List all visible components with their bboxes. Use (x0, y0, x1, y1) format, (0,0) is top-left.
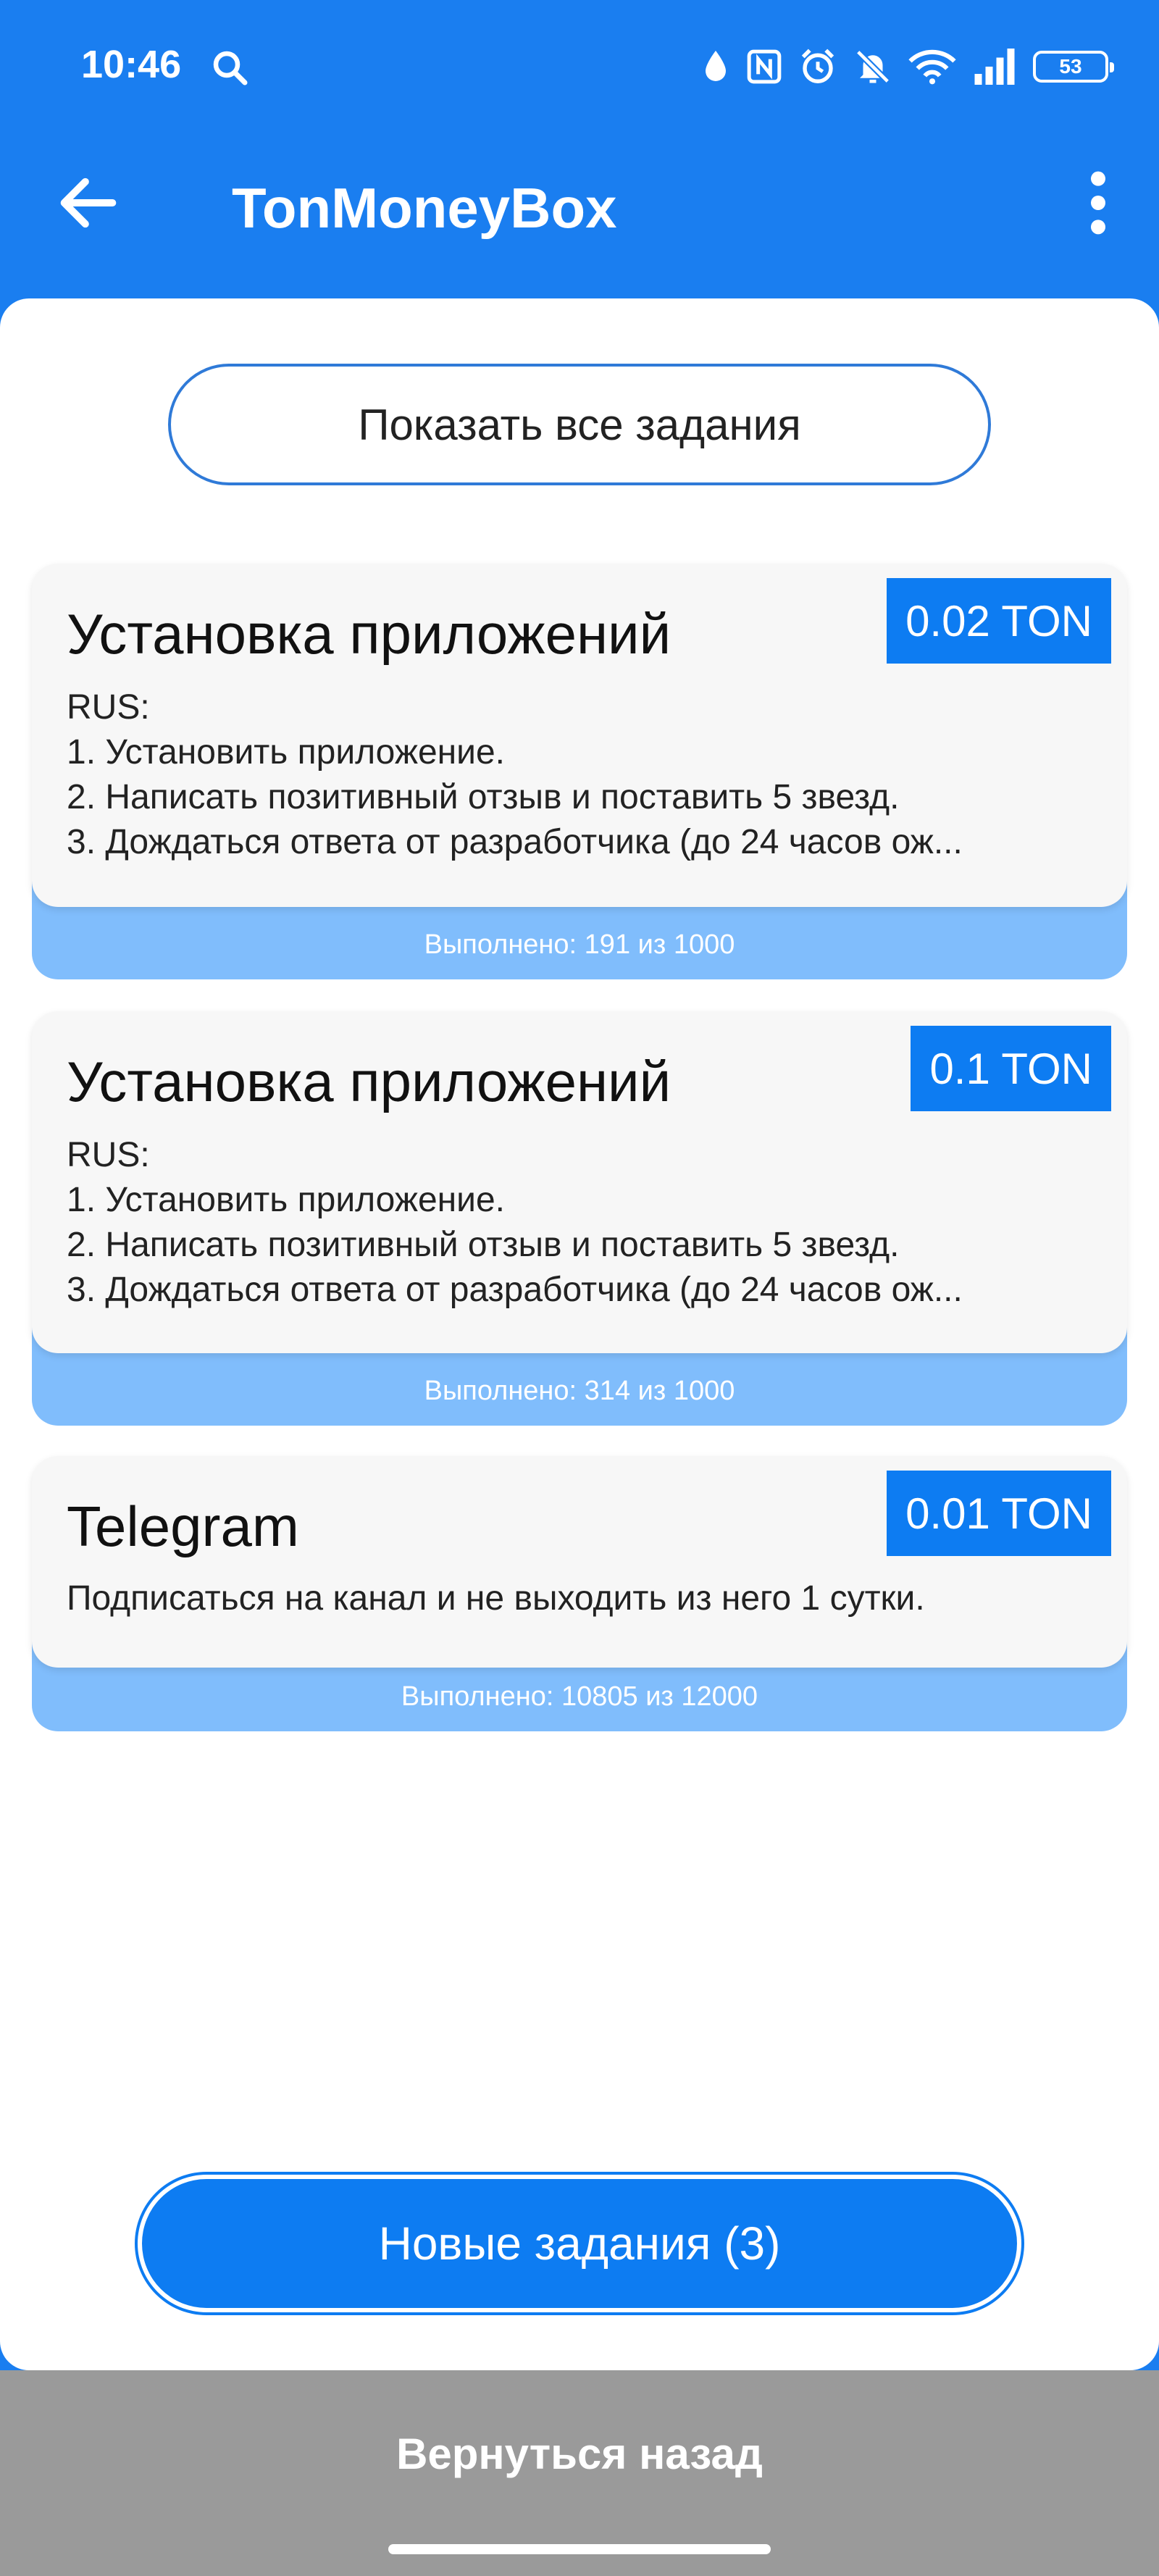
mute-icon (855, 49, 890, 84)
go-back-button[interactable]: Вернуться назад (0, 2370, 1159, 2537)
task-title: Telegram (67, 1494, 299, 1558)
search-icon (213, 51, 248, 85)
task-description: RUS: 1. Установить приложение. 2. Написа… (67, 1136, 963, 1309)
new-tasks-button[interactable]: Новые задания (3) (142, 2179, 1017, 2308)
wifi-icon (908, 49, 956, 85)
status-icons: 53 (701, 45, 1114, 88)
alarm-icon (801, 49, 834, 83)
reward-badge: 0.1 TON (911, 1026, 1111, 1111)
status-time: 10:46 (81, 43, 182, 86)
task-card[interactable]: Выполнено: 10805 из 12000 Telegram 0.01 … (32, 1456, 1127, 1731)
bottom-bar: Вернуться назад (0, 2370, 1159, 2576)
status-bar: 10:46 53 (0, 0, 1159, 138)
battery-level: 53 (1059, 55, 1082, 78)
task-card[interactable]: Выполнено: 314 из 1000 Установка приложе… (32, 1011, 1127, 1426)
show-all-tasks-button[interactable]: Показать все задания (168, 364, 991, 485)
task-title: Установка приложений (67, 602, 671, 666)
task-card-body: Установка приложений 0.02 TON RUS: 1. Ус… (32, 564, 1127, 907)
task-description: Подписаться на канал и не выходить из не… (67, 1579, 925, 1618)
app-title: TonMoneyBox (232, 176, 617, 240)
task-title: Установка приложений (67, 1050, 671, 1113)
app-bar: TonMoneyBox (0, 138, 1159, 297)
reward-badge: 0.01 TON (887, 1471, 1111, 1556)
nfc-icon (747, 49, 782, 84)
task-card[interactable]: Выполнено: 191 из 1000 Установка приложе… (32, 564, 1127, 979)
content-panel: Показать все задания Выполнено: 191 из 1… (0, 298, 1159, 2370)
reward-badge: 0.02 TON (887, 578, 1111, 664)
home-indicator[interactable] (388, 2544, 771, 2554)
drop-icon (706, 51, 726, 81)
battery-icon: 53 (1033, 51, 1114, 83)
task-card-body: Установка приложений 0.1 TON RUS: 1. Уст… (32, 1011, 1127, 1353)
arrow-left-icon[interactable] (52, 167, 125, 239)
task-description: RUS: 1. Установить приложение. 2. Написа… (67, 688, 963, 861)
task-card-body: Telegram 0.01 TON Подписаться на канал и… (32, 1456, 1127, 1668)
signal-icon (974, 49, 1015, 85)
more-vert-icon[interactable] (1069, 167, 1127, 239)
